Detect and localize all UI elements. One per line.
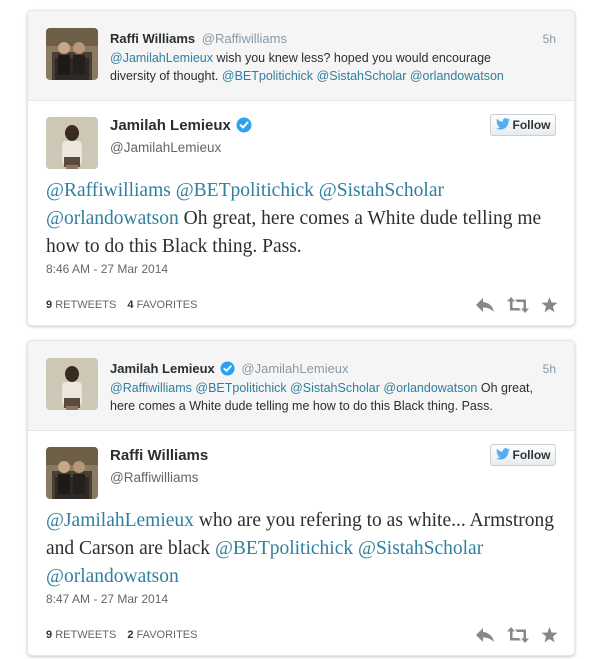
parent-tweet[interactable]: Raffi Williams @Raffiwilliams 5h @Jamila… <box>28 11 574 101</box>
mention-link[interactable]: @orlandowatson <box>46 566 179 587</box>
reply-icon[interactable] <box>475 297 495 313</box>
mention-link[interactable]: @SistahScholar <box>319 180 444 201</box>
mention-link[interactable]: @orlandowatson <box>383 381 477 395</box>
author-handle[interactable]: @JamilahLemieux <box>110 140 221 155</box>
mention-link[interactable]: @JamilahLemieux <box>46 510 194 531</box>
avatar[interactable] <box>46 117 98 169</box>
tweet-actions <box>475 297 558 313</box>
favorite-count[interactable]: 4 <box>127 299 133 311</box>
author-handle[interactable]: @JamilahLemieux <box>241 361 348 376</box>
author-name[interactable]: Raffi Williams <box>110 447 208 464</box>
mention-link[interactable]: @orlandowatson <box>410 69 504 83</box>
author-handle[interactable]: @Raffiwilliams <box>110 470 198 485</box>
parent-tweet[interactable]: Jamilah Lemieux @JamilahLemieux 5h @Raff… <box>28 341 574 431</box>
mention-link[interactable]: @Raffiwilliams <box>110 381 192 395</box>
retweet-icon[interactable] <box>507 297 529 313</box>
retweets-label[interactable]: RETWEETS <box>55 629 116 641</box>
tweet-stats: 9 RETWEETS 2 FAVORITES <box>46 629 197 641</box>
tweet-time[interactable]: 5h <box>543 32 556 46</box>
twitter-bird-icon <box>495 117 510 133</box>
author-handle[interactable]: @Raffiwilliams <box>202 31 287 46</box>
tweet-text: @JamilahLemieux who are you refering to … <box>46 507 556 591</box>
avatar[interactable] <box>46 28 98 80</box>
author-name[interactable]: Raffi Williams <box>110 31 195 46</box>
timestamp[interactable]: 8:46 AM - 27 Mar 2014 <box>46 262 168 276</box>
retweet-icon[interactable] <box>507 627 529 643</box>
tweet-card: Raffi Williams @Raffiwilliams 5h @Jamila… <box>27 10 575 326</box>
mention-link[interactable]: @SistahScholar <box>358 538 483 559</box>
favorites-label[interactable]: FAVORITES <box>137 629 198 641</box>
follow-button[interactable]: Follow <box>490 444 556 466</box>
mention-link[interactable]: @SistahScholar <box>290 381 380 395</box>
follow-button[interactable]: Follow <box>490 114 556 136</box>
verified-badge-icon <box>236 117 252 137</box>
tweet-text: @Raffiwilliams @BETpolitichick @SistahSc… <box>110 379 540 415</box>
author-name-text[interactable]: Jamilah Lemieux <box>110 117 231 134</box>
author-name[interactable]: Jamilah Lemieux <box>110 117 252 137</box>
mention-link[interactable]: @Raffiwilliams <box>46 180 171 201</box>
mention-link[interactable]: @BETpolitichick <box>215 538 353 559</box>
follow-label: Follow <box>512 448 551 462</box>
retweet-count[interactable]: 9 <box>46 299 52 311</box>
verified-badge-icon <box>220 361 235 379</box>
mention-link[interactable]: @SistahScholar <box>317 69 407 83</box>
reply-icon[interactable] <box>475 627 495 643</box>
follow-label: Follow <box>512 118 551 132</box>
tweet-text: @Raffiwilliams @BETpolitichick @SistahSc… <box>46 177 556 261</box>
tweet-time[interactable]: 5h <box>543 362 556 376</box>
star-icon[interactable] <box>541 627 558 643</box>
timestamp[interactable]: 8:47 AM - 27 Mar 2014 <box>46 592 168 606</box>
mention-link[interactable]: @orlandowatson <box>46 208 179 229</box>
twitter-bird-icon <box>495 447 510 463</box>
mention-link[interactable]: @JamilahLemieux <box>110 51 213 65</box>
avatar[interactable] <box>46 358 98 410</box>
mention-link[interactable]: @BETpolitichick <box>176 180 314 201</box>
retweet-count[interactable]: 9 <box>46 629 52 641</box>
favorites-label[interactable]: FAVORITES <box>137 299 198 311</box>
avatar[interactable] <box>46 447 98 499</box>
retweets-label[interactable]: RETWEETS <box>55 299 116 311</box>
tweet-actions <box>475 627 558 643</box>
mention-link[interactable]: @BETpolitichick <box>195 381 286 395</box>
tweet-text: @JamilahLemieux wish you knew less? hope… <box>110 49 540 85</box>
mention-link[interactable]: @BETpolitichick <box>222 69 313 83</box>
favorite-count[interactable]: 2 <box>127 629 133 641</box>
tweet-stats: 9 RETWEETS 4 FAVORITES <box>46 299 197 311</box>
tweet-card: Jamilah Lemieux @JamilahLemieux 5h @Raff… <box>27 340 575 656</box>
author-name[interactable]: Jamilah Lemieux <box>110 361 215 376</box>
star-icon[interactable] <box>541 297 558 313</box>
